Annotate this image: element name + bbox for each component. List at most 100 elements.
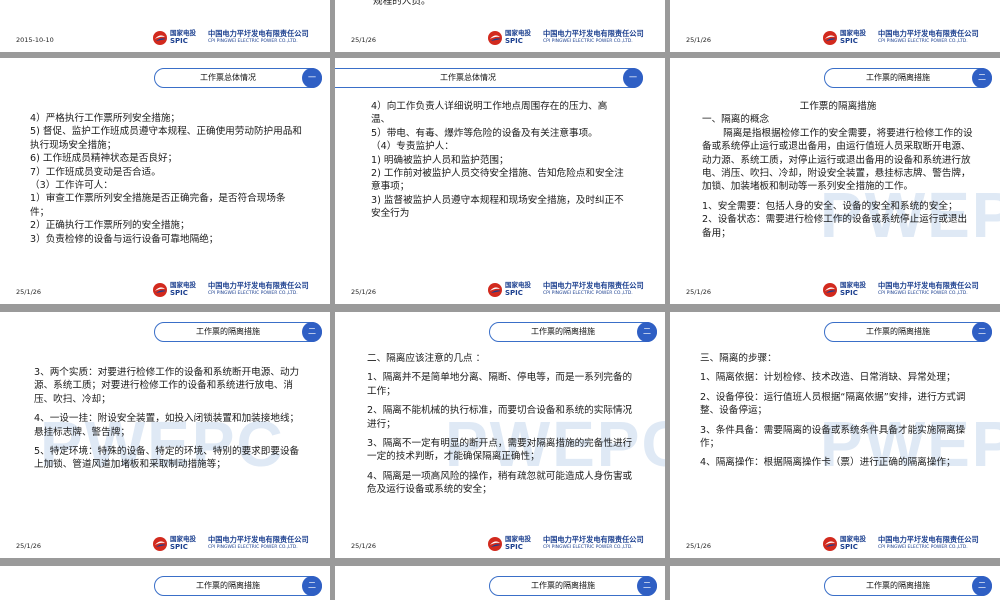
spic-logo-icon [488, 31, 502, 45]
slide-header-title: 工作票的隔离措施 [866, 327, 930, 336]
company-logo: 国家电投 SPIC 中国电力平圩发电有限责任公司 CPI PINGWEI ELEC… [487, 29, 659, 47]
logo-brand: 国家电投 SPIC [505, 535, 531, 551]
slide-12[interactable]: 工作票的隔离措施 二 [670, 566, 1000, 600]
company-name-cn: 中国电力平圩发电有限责任公司 [878, 535, 979, 544]
company-name-cn: 中国电力平圩发电有限责任公司 [543, 535, 644, 544]
slide-body: 三、隔离的步骤： 1、隔离依据：计划检修、技术改造、日常消缺、异常处理； 2、设… [700, 353, 966, 469]
logo-brand: 国家电投 SPIC [170, 535, 196, 551]
slide-date: 25/1/26 [686, 36, 712, 44]
logo-brand: 国家电投 SPIC [170, 281, 196, 297]
slide-footer: 25/1/26 国家电投 SPIC 中国电力平圩发电有限责任公司 CPI PING… [335, 532, 665, 558]
company-name-en: CPI PINGWEI ELECTRIC POWER CO.,LTD. [208, 545, 298, 550]
slide-date: 25/1/26 [686, 542, 712, 550]
slide-header-title: 工作票的隔离措施 [196, 327, 260, 336]
spic-logo-icon [488, 283, 502, 297]
company-logo: 国家电投 SPIC 中国电力平圩发电有限责任公司 CPI PINGWEI ELEC… [152, 281, 324, 299]
slide-footer: 25/1/26 国家电投 SPIC 中国电力平圩发电有限责任公司 CPI PING… [335, 26, 665, 52]
company-logo: 国家电投 SPIC 中国电力平圩发电有限责任公司 CPI PINGWEI ELEC… [822, 29, 994, 47]
slide-7[interactable]: PWEPC 工作票的隔离措施 二 3、两个实质：对要进行检修工作的设备和系统断开… [0, 312, 330, 558]
company-name-en: CPI PINGWEI ELECTRIC POWER CO.,LTD. [878, 545, 968, 550]
slide-10[interactable]: 工作票的隔离措施 二 [0, 566, 330, 600]
company-name-cn: 中国电力平圩发电有限责任公司 [543, 281, 644, 290]
spic-logo-icon [823, 31, 837, 45]
company-logo: 国家电投 SPIC 中国电力平圩发电有限责任公司 CPI PINGWEI ELEC… [487, 535, 659, 553]
spic-logo-icon [823, 283, 837, 297]
logo-brand: 国家电投 SPIC [505, 29, 531, 45]
section-number-badge: 二 [637, 322, 657, 342]
slide-header-title: 工作票总体情况 [440, 73, 496, 82]
slide-header-title: 工作票的隔离措施 [866, 73, 930, 82]
section-number-badge: 一 [302, 68, 322, 88]
slide-8[interactable]: PWEPC 工作票的隔离措施 二 二、隔离应该注意的几点 ： 1、隔离并不是简单… [335, 312, 665, 558]
slide-header-title: 工作票的隔离措施 [866, 581, 930, 590]
spic-logo-icon [153, 31, 167, 45]
section-number-badge: 一 [623, 68, 643, 88]
company-name-en: CPI PINGWEI ELECTRIC POWER CO.,LTD. [208, 291, 298, 296]
slide-footer: 25/1/26 国家电投 SPIC 中国电力平圩发电有限责任公司 CPI PING… [670, 532, 1000, 558]
company-name-cn: 中国电力平圩发电有限责任公司 [208, 29, 309, 38]
slide-footer: 25/1/26 国家电投 SPIC 中国电力平圩发电有限责任公司 CPI PING… [0, 532, 330, 558]
slide-date: 25/1/26 [686, 288, 712, 296]
company-logo: 国家电投 SPIC 中国电力平圩发电有限责任公司 CPI PINGWEI ELEC… [822, 535, 994, 553]
section-number-badge: 二 [972, 68, 992, 88]
logo-brand: 国家电投 SPIC [170, 29, 196, 45]
section-number-badge: 二 [302, 322, 322, 342]
slide-header: 工作票的隔离措施 二 [489, 322, 657, 342]
slide-header: 工作票的隔离措施 二 [824, 68, 992, 88]
logo-brand: 国家电投 SPIC [505, 281, 531, 297]
company-logo: 国家电投 SPIC 中国电力平圩发电有限责任公司 CPI PINGWEI ELEC… [152, 29, 324, 47]
spic-logo-icon [153, 537, 167, 551]
logo-brand: 国家电投 SPIC [840, 281, 866, 297]
slide-body: 二、隔离应该注意的几点 ： 1、隔离并不是简单地分离、隔断、停电等，而是一系列完… [367, 353, 633, 496]
company-name-en: CPI PINGWEI ELECTRIC POWER CO.,LTD. [543, 291, 633, 296]
company-name-cn: 中国电力平圩发电有限责任公司 [878, 281, 979, 290]
slide-date: 25/1/26 [16, 288, 42, 296]
slide-body: 工作票的隔离措施 一、隔离的概念 隔离是指根据检修工作的安全需要，将要进行检修工… [702, 101, 973, 239]
slide-2[interactable]: 规程的人员。 25/1/26 国家电投 SPIC 中国电力平圩发电有限责任公司 C… [335, 0, 665, 52]
slide-body: 4）向工作负责人详细说明工作地点周围存在的压力、高温、 5）带电、有毒、爆炸等危… [371, 101, 624, 220]
slide-footer: 2015-10-10 国家电投 SPIC 中国电力平圩发电有限责任公司 CPI P… [0, 26, 330, 52]
logo-brand: 国家电投 SPIC [840, 535, 866, 551]
slide-3[interactable]: 25/1/26 国家电投 SPIC 中国电力平圩发电有限责任公司 CPI PING… [670, 0, 1000, 52]
slide-header: 工作票的隔离措施 二 [154, 322, 322, 342]
company-logo: 国家电投 SPIC 中国电力平圩发电有限责任公司 CPI PINGWEI ELEC… [822, 281, 994, 299]
slide-header: 工作票的隔离措施 二 [824, 576, 992, 596]
section-number-badge: 二 [972, 322, 992, 342]
slide-4[interactable]: 工作票总体情况 一 4）严格执行工作票所列安全措施； 5) 督促、监护工作班成员… [0, 58, 330, 304]
slide-footer: 25/1/26 国家电投 SPIC 中国电力平圩发电有限责任公司 CPI PING… [0, 278, 330, 304]
slide-header: 工作票的隔离措施 二 [489, 576, 657, 596]
company-name-en: CPI PINGWEI ELECTRIC POWER CO.,LTD. [208, 39, 298, 44]
slide-header: 工作票总体情况 一 [154, 68, 322, 88]
slide-header-title: 工作票总体情况 [200, 73, 256, 82]
company-name-cn: 中国电力平圩发电有限责任公司 [543, 29, 644, 38]
slide-5[interactable]: 工作票总体情况 一 4）向工作负责人详细说明工作地点周围存在的压力、高温、 5）… [335, 58, 665, 304]
slide-header-title: 工作票的隔离措施 [531, 327, 595, 336]
slide-1[interactable]: 2015-10-10 国家电投 SPIC 中国电力平圩发电有限责任公司 CPI P… [0, 0, 330, 52]
slide-header-title: 工作票的隔离措施 [531, 581, 595, 590]
slide-header: 工作票的隔离措施 二 [154, 576, 322, 596]
spic-logo-icon [488, 537, 502, 551]
slide-9[interactable]: PWEPC 工作票的隔离措施 二 三、隔离的步骤： 1、隔离依据：计划检修、技术… [670, 312, 1000, 558]
slide-header-title: 工作票的隔离措施 [196, 581, 260, 590]
slide-footer: 25/1/26 国家电投 SPIC 中国电力平圩发电有限责任公司 CPI PING… [670, 26, 1000, 52]
spic-logo-icon [153, 283, 167, 297]
slide-footer: 25/1/26 国家电投 SPIC 中国电力平圩发电有限责任公司 CPI PING… [335, 278, 665, 304]
company-logo: 国家电投 SPIC 中国电力平圩发电有限责任公司 CPI PINGWEI ELEC… [487, 281, 659, 299]
slide-11[interactable]: 工作票的隔离措施 二 [335, 566, 665, 600]
company-name-cn: 中国电力平圩发电有限责任公司 [208, 535, 309, 544]
slide-6[interactable]: PWEPC 工作票的隔离措施 二 工作票的隔离措施 一、隔离的概念 隔离是指根据… [670, 58, 1000, 304]
slide-header: 工作票的隔离措施 二 [824, 322, 992, 342]
slide-date: 25/1/26 [351, 36, 377, 44]
slide-date: 25/1/26 [351, 542, 377, 550]
company-name-en: CPI PINGWEI ELECTRIC POWER CO.,LTD. [878, 291, 968, 296]
slide-date: 2015-10-10 [16, 36, 54, 44]
slide-date: 25/1/26 [351, 288, 377, 296]
company-name-en: CPI PINGWEI ELECTRIC POWER CO.,LTD. [543, 545, 633, 550]
company-name-en: CPI PINGWEI ELECTRIC POWER CO.,LTD. [878, 39, 968, 44]
slide-body: 3、两个实质：对要进行检修工作的设备和系统断开电源、动力源、系统工质；对要进行检… [34, 367, 300, 471]
company-name-en: CPI PINGWEI ELECTRIC POWER CO.,LTD. [543, 39, 633, 44]
section-number-badge: 二 [972, 576, 992, 596]
slide-body: 4）严格执行工作票所列安全措施； 5) 督促、监护工作班成员遵守本规程、正确使用… [30, 113, 302, 245]
slide-body: 规程的人员。 [373, 0, 431, 7]
company-logo: 国家电投 SPIC 中国电力平圩发电有限责任公司 CPI PINGWEI ELEC… [152, 535, 324, 553]
